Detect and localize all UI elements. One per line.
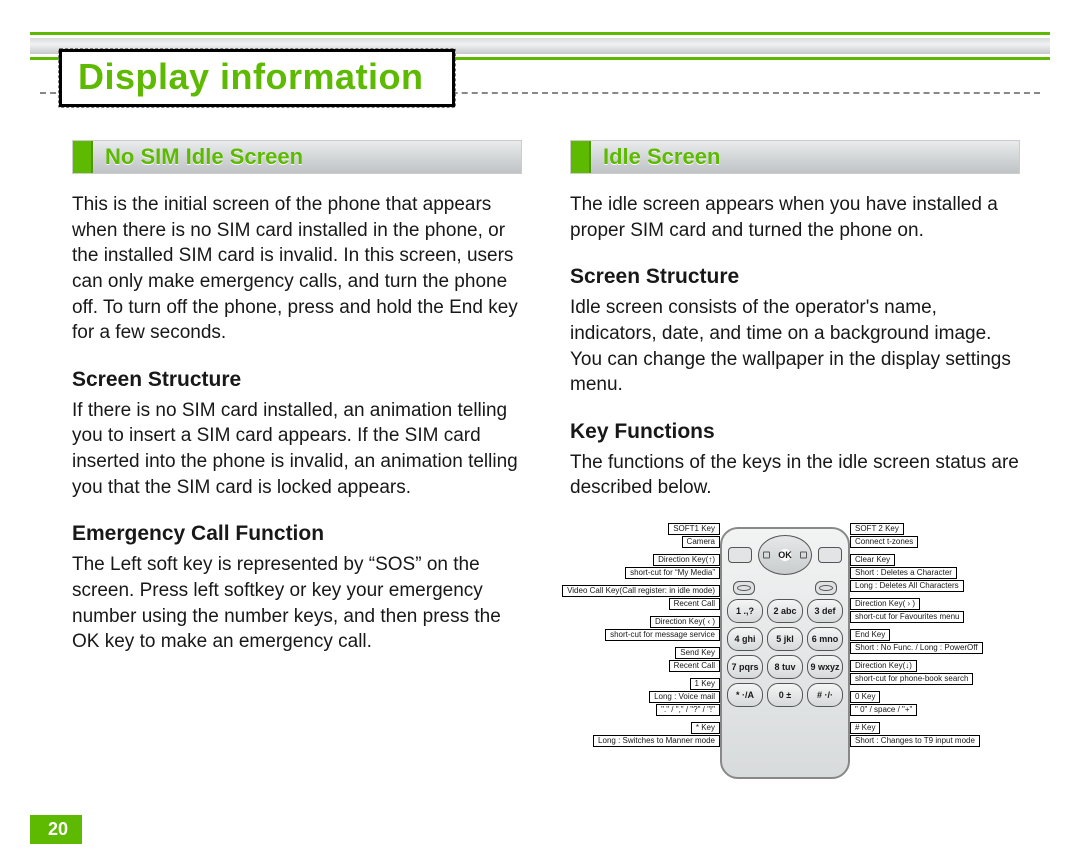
callout-label: Connect t-zones [850,536,918,548]
keypad-key: 7 pqrs [727,655,763,679]
callout-label: Camera [682,536,720,548]
subheading-key-functions: Key Functions [570,420,1020,444]
column-right: Idle Screen The idle screen appears when… [570,140,1020,784]
callout-label: # Key [850,722,880,734]
callout-group: 1 KeyLong : Voice mail"." / "," / "?" / … [649,678,720,716]
dpad-icon: OK [758,535,812,575]
soft1-key-icon [728,547,752,563]
accent-bar-icon [73,141,93,173]
callout-group: SOFT1 KeyCamera [668,523,720,548]
callout-label: Recent Call [669,598,720,610]
callout-group: # KeyShort : Changes to T9 input mode [850,722,980,747]
body-text: The Left soft key is represented by “SOS… [72,552,522,655]
soft2-key-icon [818,547,842,563]
callout-group: Send KeyRecent Call [669,647,720,672]
body-text: The functions of the keys in the idle sc… [570,450,1020,501]
send-key-icon [733,581,755,595]
callout-label: short-cut for phone-book search [850,673,973,685]
callout-label: SOFT1 Key [668,523,720,535]
callout-label: End Key [850,629,890,641]
keypad-key: 4 ghi [727,627,763,651]
numeric-keypad: 1 .,?2 abc3 def 4 ghi5 jkl6 mno 7 pqrs8 tu… [727,599,843,707]
callout-label: Long : Switches to Manner mode [593,735,720,747]
body-text: Idle screen consists of the operator's n… [570,295,1020,398]
callout-label: short-cut for “My Media” [625,567,720,579]
callout-label: Recent Call [669,660,720,672]
callout-label: Direction Key(↑) [653,554,720,566]
callout-group: End KeyShort : No Func. / Long : PowerOf… [850,629,983,654]
keypad-key: 3 def [807,599,843,623]
keypad-key: 1 .,? [727,599,763,623]
keypad-key: 5 jkl [767,627,803,651]
intro-text: This is the initial screen of the phone … [72,192,522,346]
callout-label: Clear Key [850,554,895,566]
callout-label: 1 Key [690,678,720,690]
callout-group: * KeyLong : Switches to Manner mode [593,722,720,747]
phone-outline: OK 1 .,?2 abc3 def 4 ghi5 jkl6 mno 7 pqrs8… [720,527,850,779]
callout-group: Direction Key( ‹ )short-cut for message … [605,616,720,641]
page-title-tab: Display information [58,48,456,108]
callout-label: Long : Voice mail [649,691,720,703]
callout-label: Direction Key(↓) [850,660,917,672]
subheading-emergency-call: Emergency Call Function [72,522,522,546]
keypad-key: * ·/A [727,683,763,707]
keypad-key: # ·/· [807,683,843,707]
keypad-key: 0 ± [767,683,803,707]
section-title: No SIM Idle Screen [93,141,521,173]
callout-column-right: SOFT 2 KeyConnect t-zonesClear KeyShort … [850,523,1000,751]
callout-label: Video Call Key(Call register: in idle mo… [562,585,720,597]
page-number-badge: 20 [30,815,82,844]
body-text: If there is no SIM card installed, an an… [72,398,522,501]
callout-label: Direction Key( › ) [850,598,920,610]
section-head-no-sim: No SIM Idle Screen [72,140,522,174]
keypad-key: 8 tuv [767,655,803,679]
page-body: No SIM Idle Screen This is the initial s… [72,140,1020,784]
section-head-idle: Idle Screen [570,140,1020,174]
callout-group: Direction Key(↓)short-cut for phone-book… [850,660,973,685]
accent-bar-icon [571,141,591,173]
callout-label: Long : Deletes All Characters [850,580,964,592]
subheading-screen-structure: Screen Structure [570,265,1020,289]
intro-text: The idle screen appears when you have in… [570,192,1020,243]
callout-label: Short : Deletes a Character [850,567,957,579]
callout-label: " 0" / space / "+" [850,704,917,716]
callout-group: Video Call Key(Call register: in idle mo… [562,585,720,610]
callout-label: short-cut for Favourites menu [850,611,964,623]
callout-column-left: SOFT1 KeyCameraDirection Key(↑)short-cut… [570,523,720,751]
callout-label: Short : No Func. / Long : PowerOff [850,642,983,654]
keypad-key: 2 abc [767,599,803,623]
callout-group: Direction Key( › )short-cut for Favourit… [850,598,964,623]
callout-label: Direction Key( ‹ ) [650,616,720,628]
end-key-icon [815,581,837,595]
page-title: Display information [78,56,424,97]
callout-label: 0 Key [850,691,880,703]
subheading-screen-structure: Screen Structure [72,368,522,392]
callout-label: Send Key [675,647,720,659]
callout-label: SOFT 2 Key [850,523,904,535]
keypad-diagram: SOFT1 KeyCameraDirection Key(↑)short-cut… [570,523,1000,783]
callout-label: "." / "," / "?" / "!" [656,704,720,716]
keypad-key: 6 mno [807,627,843,651]
column-left: No SIM Idle Screen This is the initial s… [72,140,522,784]
keypad-key: 9 wxyz [807,655,843,679]
callout-group: 0 Key" 0" / space / "+" [850,691,917,716]
callout-group: Direction Key(↑)short-cut for “My Media” [625,554,720,579]
section-title: Idle Screen [591,141,1019,173]
callout-label: * Key [691,722,720,734]
callout-group: Clear KeyShort : Deletes a CharacterLong… [850,554,964,592]
callout-label: Short : Changes to T9 input mode [850,735,980,747]
callout-label: short-cut for message service [605,629,720,641]
callout-group: SOFT 2 KeyConnect t-zones [850,523,918,548]
ok-label: OK [778,551,792,560]
